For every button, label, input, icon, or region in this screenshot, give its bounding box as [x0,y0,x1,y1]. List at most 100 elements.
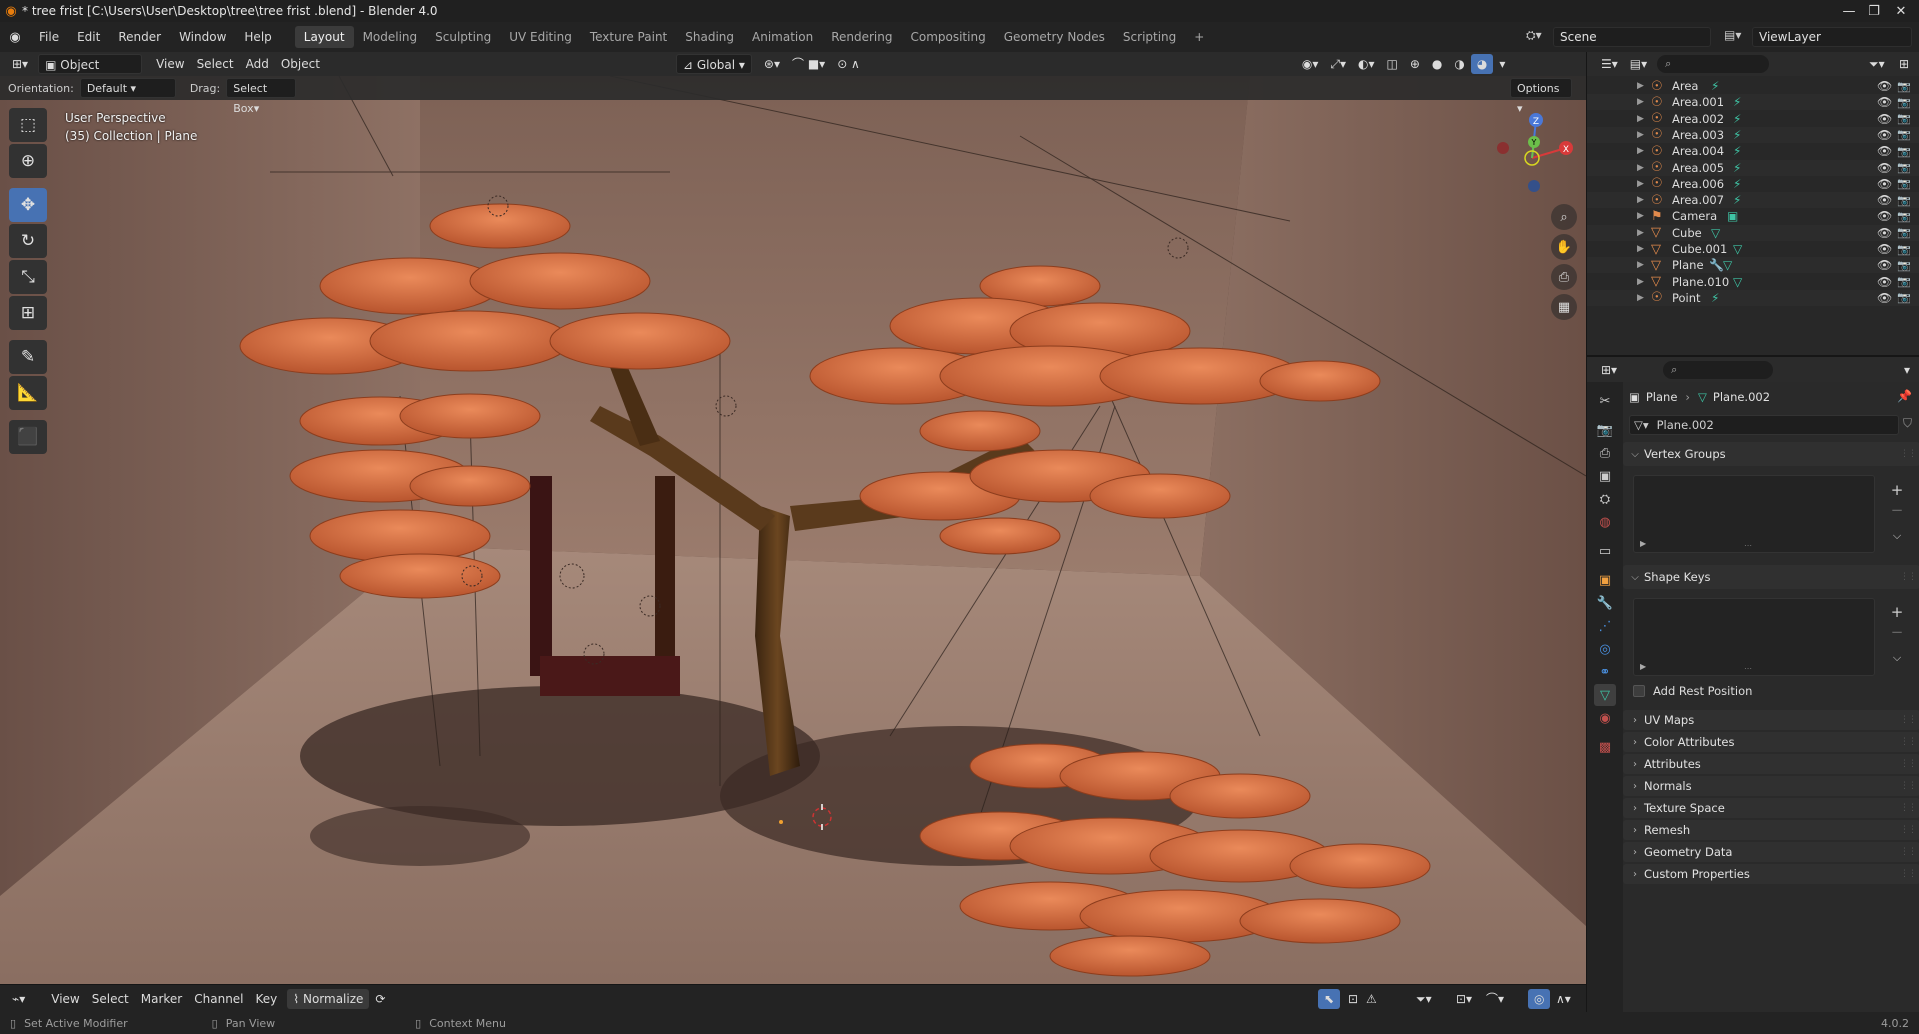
outliner-item[interactable]: ▶ ☉ Point ⚡ 👁 📷 [1587,289,1919,306]
visibility-icon[interactable]: ◉▾ [1296,54,1325,74]
eye-icon[interactable]: 👁 [1877,258,1892,272]
object-mode-dropdown[interactable]: ▣ Object Mode ▾ [38,54,143,92]
options-dropdown[interactable]: Options ▾ [1510,78,1572,115]
drag-grip-icon[interactable]: ⋮⋮ [1900,572,1917,582]
transform-tool-icon[interactable]: ⊞ [9,296,47,330]
tab-shading[interactable]: Shading [676,26,743,48]
drag-grip-icon[interactable]: ⋮⋮ [1900,803,1917,813]
light-data-icon[interactable]: ⚡ [1711,291,1719,305]
move-tool-icon[interactable]: ✥ [9,188,47,222]
outliner-item[interactable]: ▶ ▽ Plane ▽ 🔧 👁 📷 [1587,257,1919,274]
render-camera-icon[interactable]: 📷 [1897,112,1911,125]
axis-gizmo[interactable]: Z Y X [1490,106,1580,196]
outliner-item[interactable]: ▶ ☉ Area.002 ⚡ 👁 📷 [1587,111,1919,127]
shading-solid-icon[interactable]: ● [1426,54,1448,74]
panel-header-geometry-data[interactable]: › Geometry Data ⋮⋮ [1623,842,1919,862]
render-camera-icon[interactable]: 📷 [1897,291,1911,304]
tab-uv-editing[interactable]: UV Editing [500,26,581,48]
panel-header-normals[interactable]: › Normals ⋮⋮ [1623,776,1919,796]
output-tab-icon[interactable]: ⎙ [1594,442,1616,464]
expand-arrow-icon[interactable]: ▶ [1637,163,1644,173]
expand-arrow-icon[interactable]: ▶ [1637,97,1644,107]
eye-icon[interactable]: 👁 [1877,128,1892,142]
menu-object[interactable]: Object [275,54,326,74]
menu-select[interactable]: Select [191,54,240,74]
pivot-point-icon[interactable]: ⊛▾ [758,54,786,74]
pan-hand-icon[interactable]: ✋ [1551,234,1577,260]
measure-tool-icon[interactable]: 📐 [9,376,47,410]
eye-icon[interactable]: 👁 [1877,275,1892,289]
particles-tab-icon[interactable]: ⋰ [1594,615,1616,637]
light-data-icon[interactable]: ⚡ [1733,144,1741,158]
tab-compositing[interactable]: Compositing [901,26,994,48]
timeline-menu-marker[interactable]: Marker [135,989,188,1009]
shape-keys-list[interactable]: ▶ ⋯ [1633,598,1875,676]
light-data-icon[interactable]: ⚡ [1733,177,1741,191]
eye-icon[interactable]: 👁 [1877,112,1892,126]
modifier-tab-icon[interactable]: 🔧 [1594,592,1616,614]
panel-header-color-attributes[interactable]: › Color Attributes ⋮⋮ [1623,732,1919,752]
pivot-icon[interactable]: ⊡▾ [1450,989,1478,1009]
eye-icon[interactable]: 👁 [1877,291,1892,305]
fcurve-icon[interactable]: ∧▾ [1550,989,1577,1009]
mesh-data-icon[interactable]: ▽ [1711,226,1720,240]
outliner-item[interactable]: ▶ ☉ Area.003 ⚡ 👁 📷 [1587,126,1919,143]
drag-grip-icon[interactable]: ⋮⋮ [1900,759,1917,769]
fake-user-shield-icon[interactable]: ⛉ [1903,416,1912,431]
expand-arrow-icon[interactable]: ▶ [1637,179,1644,189]
outliner-item[interactable]: ▶ ☉ Area.001 ⚡ 👁 📷 [1587,94,1919,111]
render-camera-icon[interactable]: 📷 [1897,210,1911,223]
scale-tool-icon[interactable]: ⤡ [9,260,47,294]
eye-icon[interactable]: 👁 [1877,209,1892,223]
tab-animation[interactable]: Animation [743,26,822,48]
mesh-data-icon[interactable]: ▽ [1733,242,1742,256]
3d-viewport[interactable]: User Perspective (35) Collection | Plane… [0,76,1586,984]
material-tab-icon[interactable]: ◉ [1594,707,1616,729]
properties-search-input[interactable]: ⌕ [1663,360,1774,379]
mesh-data-icon[interactable]: ▽ [1723,258,1732,272]
properties-options-icon[interactable]: ▾ [1898,360,1916,380]
panel-header-remesh[interactable]: › Remesh ⋮⋮ [1623,820,1919,840]
add-rest-position-checkbox[interactable] [1633,685,1645,697]
expand-arrow-icon[interactable]: ▶ [1637,277,1644,287]
list-filter-icon[interactable]: ▶ [1640,539,1646,548]
drag-dropdown[interactable]: Select Box▾ [226,78,297,115]
list-filter-icon[interactable]: ▶ [1640,662,1646,671]
new-collection-icon[interactable]: ⊞ [1893,54,1915,74]
tab-scripting[interactable]: Scripting [1114,26,1185,48]
add-workspace-button[interactable]: + [1185,26,1213,48]
outliner-item[interactable]: ▶ ☉ Area.005 ⚡ 👁 📷 [1587,159,1919,176]
expand-arrow-icon[interactable]: ▶ [1637,211,1644,221]
light-data-icon[interactable]: ⚡ [1711,79,1719,93]
light-data-icon[interactable]: ⚡ [1733,112,1741,126]
tab-rendering[interactable]: Rendering [822,26,901,48]
select-box-tool-icon[interactable]: ⬚ [9,108,47,142]
modifier-icon[interactable]: 🔧 [1709,258,1724,272]
tab-modeling[interactable]: Modeling [354,26,427,48]
refresh-icon[interactable]: ⟳ [369,989,391,1009]
display-mode-icon[interactable]: ▤▾ [1624,54,1653,74]
view-layer-selector[interactable]: ViewLayer [1752,27,1912,47]
cursor-tool-icon[interactable]: ⊕ [9,144,47,178]
eye-icon[interactable]: 👁 [1877,193,1892,207]
menu-help[interactable]: Help [235,26,280,48]
render-camera-icon[interactable]: 📷 [1897,80,1911,93]
render-tab-icon[interactable]: 📷 [1594,419,1616,441]
render-camera-icon[interactable]: 📷 [1897,161,1911,174]
panel-header-texture-space[interactable]: › Texture Space ⋮⋮ [1623,798,1919,818]
tab-texture-paint[interactable]: Texture Paint [581,26,676,48]
tool-tab-icon[interactable]: ✂ [1594,390,1616,412]
gizmo-toggle-icon[interactable]: ⤢▾ [1324,54,1352,74]
render-camera-icon[interactable]: 📷 [1897,194,1911,207]
drag-grip-icon[interactable]: ⋮⋮ [1900,847,1917,857]
tab-sculpting[interactable]: Sculpting [426,26,500,48]
properties-editor-type-icon[interactable]: ⊞▾ [1595,360,1623,380]
scene-tab-icon[interactable]: ⛭ [1594,488,1616,510]
drag-grip-icon[interactable]: ⋮⋮ [1900,825,1917,835]
eye-icon[interactable]: 👁 [1877,242,1892,256]
outliner-search-input[interactable]: ⌕ [1657,55,1770,73]
render-camera-icon[interactable]: 📷 [1897,96,1911,109]
timeline-menu-key[interactable]: Key [250,989,284,1009]
panel-header-attributes[interactable]: › Attributes ⋮⋮ [1623,754,1919,774]
pin-icon[interactable]: 📌 [1897,389,1912,403]
